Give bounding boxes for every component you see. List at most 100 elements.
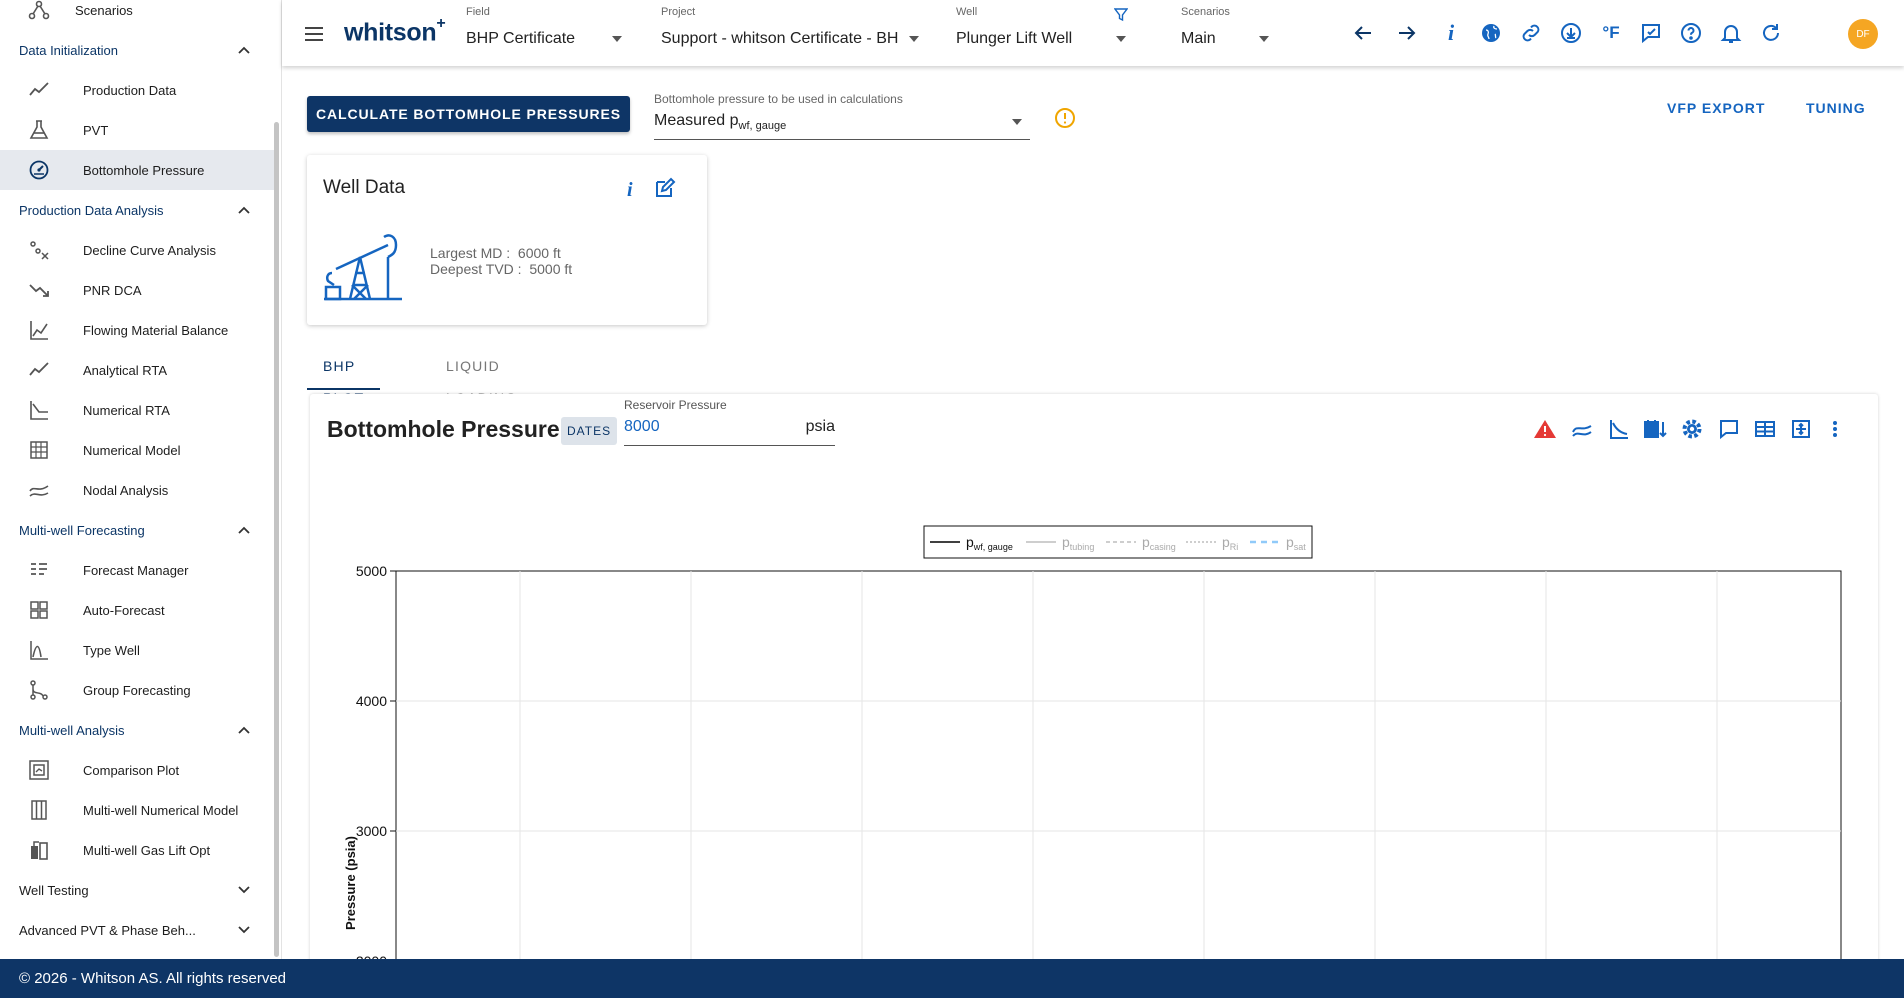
well-data-card: Well Data i Largest MD : 6000 ft Deepest… <box>307 155 707 325</box>
sidebar-item-nodal-analysis[interactable]: Nodal Analysis <box>0 470 274 510</box>
temperature-unit-icon[interactable]: °F <box>1598 20 1624 46</box>
decline-icon[interactable] <box>1606 416 1632 442</box>
filter-icon[interactable] <box>1114 8 1128 22</box>
project-value: Support - whitson Certificate - BH <box>661 30 899 47</box>
sidebar-item-label: Auto-Forecast <box>83 602 165 618</box>
bhp-chart[interactable]: 5000400030002000Pressure (psia)pwf, gaug… <box>310 444 1878 994</box>
reservoir-pressure-field[interactable]: Reservoir Pressure 8000 psia <box>624 398 835 446</box>
fit-view-icon[interactable] <box>1788 416 1814 442</box>
reservoir-pressure-label: Reservoir Pressure <box>624 398 727 412</box>
dates-button[interactable]: DATES <box>561 417 618 445</box>
sidebar-item-production-data[interactable]: Production Data <box>0 70 274 110</box>
largest-md-text: Largest MD : 6000 ft <box>430 245 561 261</box>
trend-line-icon <box>26 77 52 103</box>
sidebar-section-multi-well-forecasting[interactable]: Multi-well Forecasting <box>0 510 274 550</box>
info-icon[interactable]: i <box>1438 20 1464 46</box>
menu-icon[interactable] <box>302 22 326 46</box>
info-icon[interactable]: i <box>627 179 633 202</box>
grid-icon <box>26 597 52 623</box>
sidebar-section-advanced-pvt-phase-beh[interactable]: Advanced PVT & Phase Beh... <box>0 910 274 950</box>
sidebar-item-pnr-dca[interactable]: PNR DCA <box>0 270 274 310</box>
field-select[interactable]: Field BHP Certificate <box>466 6 626 56</box>
sidebar-item-forecast-manager[interactable]: Forecast Manager <box>0 550 274 590</box>
project-select[interactable]: Project Support - whitson Certificate - … <box>661 6 921 56</box>
scenarios-icon <box>26 0 52 23</box>
top-bar: whitson+ Field BHP Certificate Project S… <box>282 0 1904 66</box>
arrow-left-icon[interactable] <box>1350 20 1376 46</box>
tuning-button[interactable]: TUNING <box>1806 100 1866 116</box>
warning-icon[interactable] <box>1532 416 1558 442</box>
sidebar-item-label: Decline Curve Analysis <box>83 242 216 258</box>
sidebar-item-pvt[interactable]: PVT <box>0 110 274 150</box>
avatar[interactable]: DF <box>1848 19 1878 49</box>
grid-building-icon <box>26 437 52 463</box>
sidebar-item-auto-forecast[interactable]: Auto-Forecast <box>0 590 274 630</box>
sidebar-item-numerical-rta[interactable]: Numerical RTA <box>0 390 274 430</box>
sidebar-item-flowing-material-balance[interactable]: Flowing Material Balance <box>0 310 274 350</box>
sidebar-section-multi-well-analysis[interactable]: Multi-well Analysis <box>0 710 274 750</box>
y-tick-label: 5000 <box>356 563 387 579</box>
sidebar-item-scenarios[interactable]: Scenarios <box>0 0 274 30</box>
sidebar-item-bottomhole-pressure[interactable]: Bottomhole Pressure <box>0 150 274 190</box>
sidebar-item-label: Flowing Material Balance <box>83 322 229 338</box>
tab-liquid-loading-plot[interactable]: LIQUID LOADING PLOT <box>430 350 533 438</box>
chevron-down-icon[interactable] <box>236 882 252 898</box>
chevron-down-icon[interactable] <box>236 922 252 938</box>
sidebar-item-multi-well-gas-lift-opt[interactable]: Multi-well Gas Lift Opt <box>0 830 274 870</box>
vfp-export-button[interactable]: VFP EXPORT <box>1667 100 1765 116</box>
sidebar-item-decline-curve-analysis[interactable]: Decline Curve Analysis <box>0 230 274 270</box>
decline-curve-icon <box>26 237 52 263</box>
sidebar-item-numerical-model[interactable]: Numerical Model <box>0 430 274 470</box>
sidebar-item-group-forecasting[interactable]: Group Forecasting <box>0 670 274 710</box>
nodal-icon[interactable] <box>1569 416 1595 442</box>
sidebar-item-type-well[interactable]: Type Well <box>0 630 274 670</box>
edit-icon[interactable] <box>654 177 676 199</box>
area-chart-icon <box>26 317 52 343</box>
y-tick-label: 4000 <box>356 693 387 709</box>
reservoir-pressure-unit: psia <box>805 418 835 435</box>
scenarios-select[interactable]: Scenarios Main <box>1181 6 1281 56</box>
calendar-sort-icon[interactable] <box>1642 416 1668 442</box>
field-label: Field <box>466 6 490 18</box>
chevron-up-icon[interactable] <box>236 722 252 738</box>
chevron-down-icon <box>1259 36 1269 42</box>
sidebar-item-label: Numerical Model <box>83 442 181 458</box>
chevron-up-icon[interactable] <box>236 202 252 218</box>
sidebar-item-analytical-rta[interactable]: Analytical RTA <box>0 350 274 390</box>
notifications-icon[interactable] <box>1718 20 1744 46</box>
arrow-right-icon[interactable] <box>1394 20 1420 46</box>
help-icon[interactable] <box>1678 20 1704 46</box>
sidebar-item-label: Type Well <box>83 642 140 658</box>
well-select[interactable]: Well Plunger Lift Well <box>956 6 1128 56</box>
comment-icon[interactable] <box>1716 416 1742 442</box>
sidebar-item-label: Production Data <box>83 82 177 98</box>
sidebar-item-label: PNR DCA <box>83 282 142 298</box>
gauge-icon <box>26 157 52 183</box>
nodal-curve-icon <box>26 477 52 503</box>
reservoir-pressure-value[interactable]: 8000 <box>624 418 660 436</box>
globe-icon[interactable] <box>1478 20 1504 46</box>
more-vert-icon[interactable] <box>1822 416 1848 442</box>
bhp-source-select[interactable]: Bottomhole pressure to be used in calcul… <box>654 92 1030 140</box>
table-icon[interactable] <box>1752 416 1778 442</box>
project-label: Project <box>661 6 696 18</box>
chevron-up-icon[interactable] <box>236 522 252 538</box>
brand-text: whitson <box>344 18 437 47</box>
chevron-up-icon[interactable] <box>236 42 252 58</box>
sidebar-section-production-data-analysis[interactable]: Production Data Analysis <box>0 190 274 230</box>
trending-down-icon <box>26 277 52 303</box>
link-icon[interactable] <box>1518 20 1544 46</box>
sidebar-section-data-initialization[interactable]: Data Initialization <box>0 30 274 70</box>
settings-icon[interactable] <box>1679 416 1705 442</box>
refresh-icon[interactable] <box>1758 20 1784 46</box>
sidebar-item-multi-well-numerical-model[interactable]: Multi-well Numerical Model <box>0 790 274 830</box>
sidebar-item-comparison-plot[interactable]: Comparison Plot <box>0 750 274 790</box>
tab-bhp-plot[interactable]: BHP PLOT <box>307 350 381 406</box>
sidebar-scrollbar[interactable] <box>274 122 279 957</box>
download-icon[interactable] <box>1558 20 1584 46</box>
alert-circle-icon[interactable] <box>1054 107 1076 129</box>
feedback-icon[interactable] <box>1638 20 1664 46</box>
calculate-bhp-button[interactable]: CALCULATE BOTTOMHOLE PRESSURES <box>307 96 630 132</box>
sidebar-section-well-testing[interactable]: Well Testing <box>0 870 274 910</box>
sidebar-item-label: Scenarios <box>75 2 133 18</box>
